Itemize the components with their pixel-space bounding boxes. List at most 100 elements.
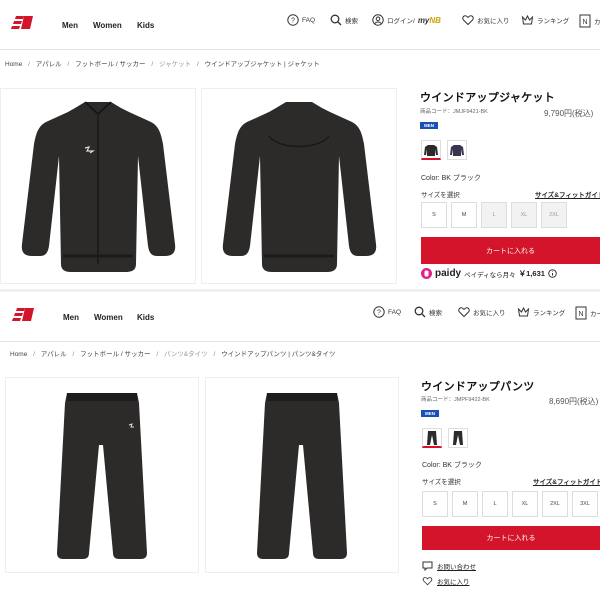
size-option-s[interactable]: S: [422, 491, 448, 517]
size-option-m[interactable]: M: [452, 491, 478, 517]
cart-icon: N: [579, 14, 591, 28]
nav-men[interactable]: Men: [63, 313, 79, 322]
favorite-label: お気に入り: [437, 579, 470, 586]
breadcrumb: Home / アパレル / フットボール / サッカー / ジャケット / ウイ…: [5, 58, 324, 68]
nav-kids[interactable]: Kids: [137, 313, 154, 322]
chat-icon: [422, 561, 433, 571]
breadcrumb: Home / アパレル / フットボール / サッカー / パンツ&タイツ / …: [10, 348, 339, 358]
size-option-s[interactable]: S: [421, 202, 447, 228]
nav-men[interactable]: Men: [62, 21, 78, 30]
favorites-link[interactable]: お気に入り: [458, 306, 506, 318]
breadcrumb-apparel[interactable]: アパレル: [36, 61, 62, 68]
info-icon[interactable]: [548, 269, 557, 278]
color-swatch-black[interactable]: [421, 140, 441, 160]
color-swatch-black[interactable]: [422, 428, 442, 448]
size-option-m[interactable]: M: [451, 202, 477, 228]
svg-text:N: N: [578, 311, 583, 318]
search-label: 検索: [345, 18, 358, 25]
new-balance-logo[interactable]: [10, 14, 36, 30]
paidy-amount: ￥1,631: [518, 269, 545, 278]
svg-text:?: ?: [291, 18, 295, 25]
breadcrumb-apparel[interactable]: アパレル: [41, 351, 67, 358]
heart-icon: [462, 15, 474, 26]
nav-women[interactable]: Women: [93, 21, 122, 30]
product-code: 商品コード：JMJF9421-BK: [420, 109, 488, 115]
cart-link[interactable]: N カート: [575, 306, 600, 320]
product-image-front[interactable]: [0, 88, 196, 284]
product-image-back[interactable]: [201, 88, 397, 284]
new-balance-logo[interactable]: [11, 306, 37, 322]
size-guide-link[interactable]: サイズ&フィットガイド: [533, 476, 600, 486]
size-guide-link[interactable]: サイズ&フィットガイド: [535, 189, 600, 199]
size-option-xl[interactable]: XL: [512, 491, 538, 517]
color-label: Color: BK ブラック: [422, 462, 482, 469]
cart-link[interactable]: N カート: [579, 14, 600, 28]
product-code: 商品コード：JMPF9422-BK: [421, 397, 490, 403]
product-image-back[interactable]: [205, 377, 399, 573]
svg-text:?: ?: [377, 310, 381, 317]
size-option-3xl[interactable]: 3XL: [572, 491, 598, 517]
favorites-link[interactable]: お気に入り: [462, 14, 510, 26]
gender-badge: MEN: [420, 122, 438, 129]
faq-link[interactable]: ? FAQ: [287, 14, 315, 26]
breadcrumb-pants[interactable]: パンツ&タイツ: [164, 351, 208, 358]
breadcrumb-football[interactable]: フットボール / サッカー: [80, 351, 150, 358]
favorites-label: お気に入り: [473, 310, 506, 317]
breadcrumb-current: ウインドアップジャケット | ジャケット: [204, 61, 320, 68]
size-option-2xl[interactable]: 2XL: [541, 202, 567, 228]
cart-icon: N: [575, 306, 587, 320]
size-option-l[interactable]: L: [481, 202, 507, 228]
color-swatch-navy[interactable]: [447, 140, 467, 160]
pants-page: Men Women Kids ? FAQ 検索 お気に入り ランキング N カー…: [0, 292, 600, 600]
paidy-text: ペイディなら月々: [464, 271, 516, 279]
breadcrumb-separator: /: [72, 351, 75, 358]
favorites-label: お気に入り: [477, 18, 510, 25]
breadcrumb-football[interactable]: フットボール / サッカー: [75, 61, 145, 68]
size-select-label: サイズを選択: [421, 192, 460, 199]
color-swatch-alt[interactable]: [448, 428, 468, 448]
breadcrumb-home[interactable]: Home: [10, 351, 27, 358]
mynb-logo: myNB: [417, 15, 441, 25]
jacket-thumbnail-alt: [450, 145, 464, 156]
add-to-cart-button[interactable]: カートに入れる: [421, 237, 600, 264]
breadcrumb-separator: /: [196, 61, 199, 68]
breadcrumb-home[interactable]: Home: [5, 61, 22, 68]
nav-women[interactable]: Women: [94, 313, 123, 322]
breadcrumb-jacket[interactable]: ジャケット: [159, 61, 191, 68]
login-link[interactable]: ログイン/myNB: [372, 14, 441, 26]
heart-icon: [458, 307, 470, 318]
ranking-label: ランキング: [533, 310, 566, 317]
size-option-l[interactable]: L: [482, 491, 508, 517]
product-image-front[interactable]: [5, 377, 199, 573]
product-title: ウインドアップジャケット: [420, 92, 556, 104]
breadcrumb-separator: /: [151, 61, 154, 68]
pants-thumbnail-alt: [453, 431, 463, 445]
faq-label: FAQ: [388, 308, 402, 316]
cart-label: カート: [594, 19, 600, 26]
favorite-link[interactable]: お気に入り: [422, 576, 470, 586]
product-price: 9,790円(税込): [544, 109, 594, 118]
size-option-2xl[interactable]: 2XL: [542, 491, 568, 517]
nav-kids[interactable]: Kids: [137, 21, 154, 30]
question-icon: ?: [373, 306, 385, 318]
crown-icon: [521, 14, 534, 25]
pants-back-image: [257, 393, 347, 559]
user-icon: [372, 14, 384, 26]
breadcrumb-separator: /: [28, 61, 30, 68]
ranking-link[interactable]: ランキング: [521, 14, 569, 26]
search-icon: [414, 306, 426, 318]
faq-link[interactable]: ? FAQ: [373, 306, 401, 318]
add-to-cart-button[interactable]: カートに入れる: [422, 526, 600, 550]
jacket-back-image: [222, 102, 377, 272]
inquiry-link[interactable]: お問い合わせ: [422, 561, 476, 571]
breadcrumb-separator: /: [213, 351, 216, 358]
gender-badge: MEN: [421, 410, 439, 417]
ranking-link[interactable]: ランキング: [517, 306, 565, 318]
login-label: ログイン/: [387, 18, 415, 25]
breadcrumb-current: ウインドアップパンツ | パンツ&タイツ: [221, 351, 336, 358]
paidy-icon: [421, 268, 432, 279]
breadcrumb-separator: /: [67, 61, 70, 68]
search-link[interactable]: 検索: [414, 306, 442, 318]
search-link[interactable]: 検索: [330, 14, 358, 26]
size-option-xl[interactable]: XL: [511, 202, 537, 228]
